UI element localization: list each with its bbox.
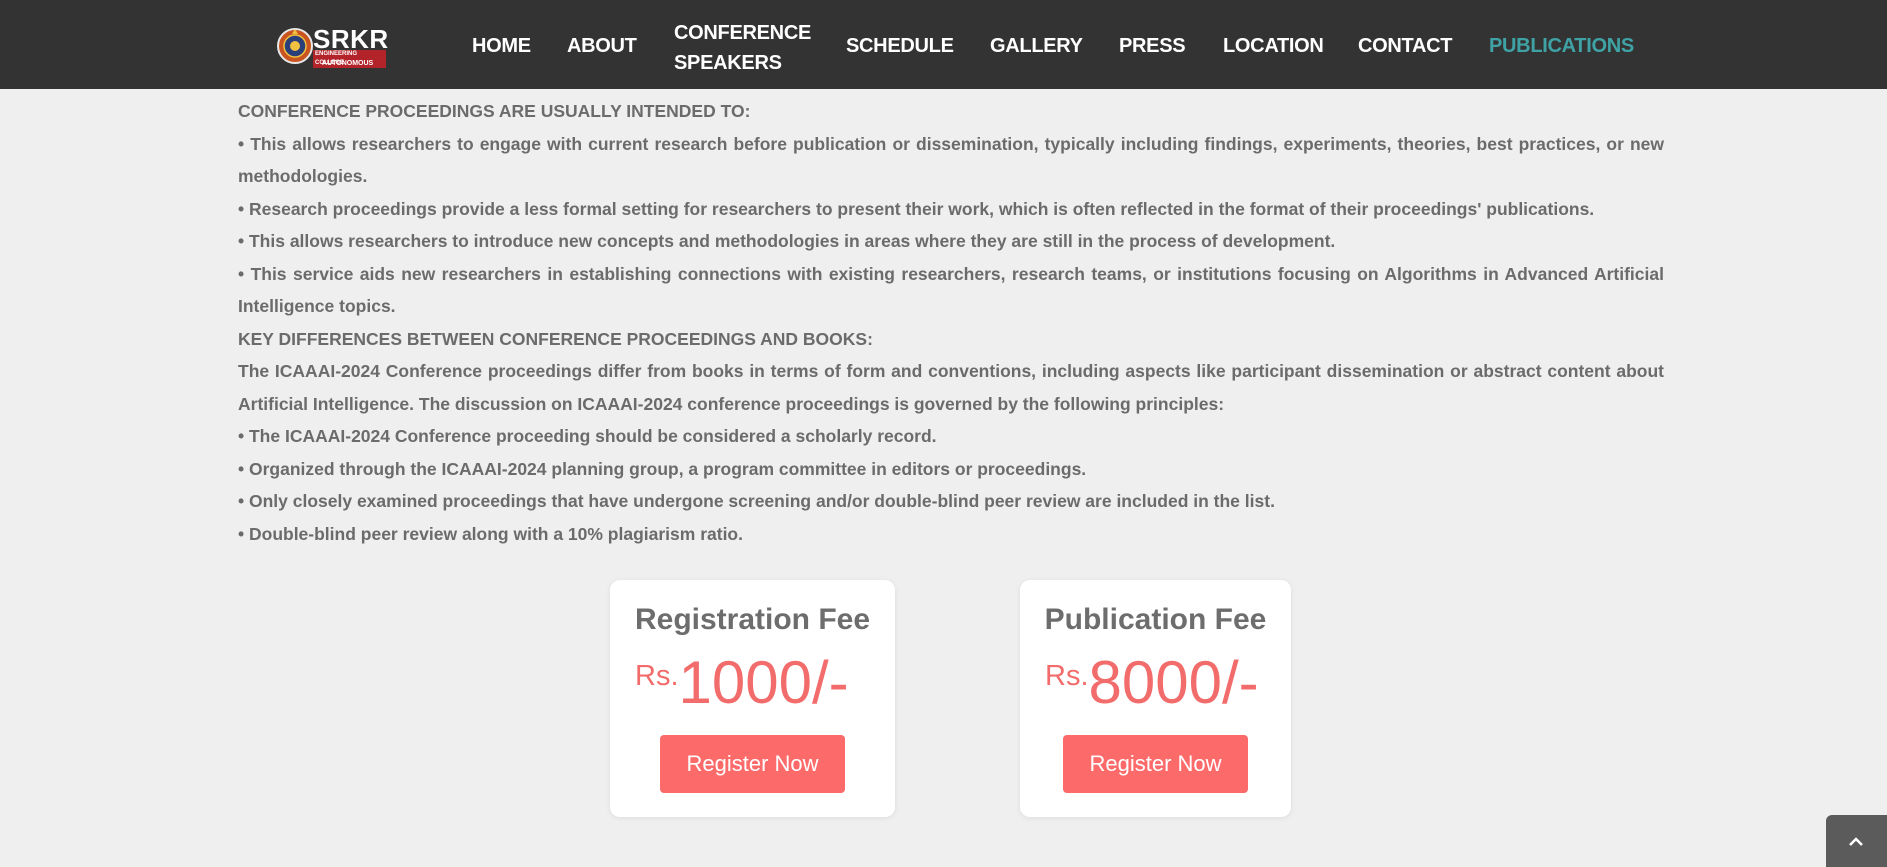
nav-publications[interactable]: PUBLICATIONS (1489, 35, 1634, 58)
differences-paragraph: The ICAAAI-2024 Conference proceedings d… (238, 361, 1664, 414)
principle-item: • Only closely examined proceedings that… (238, 491, 1275, 511)
chevron-up-icon (1849, 837, 1863, 846)
registration-fee-title: Registration Fee (634, 603, 871, 636)
publication-fee-card: Publication Fee Rs.8000/- Register Now (1020, 580, 1291, 817)
intended-item: • This service aids new researchers in e… (238, 263, 1664, 317)
publication-fee-amount: 8000/- (1088, 649, 1259, 716)
intended-item: • Research proceedings provide a less fo… (238, 198, 1595, 219)
scroll-to-top-button[interactable] (1826, 815, 1887, 867)
registration-fee-amount: 1000/- (678, 649, 849, 716)
intended-item: • This allows researchers to introduce n… (238, 231, 1336, 251)
college-emblem-icon (277, 28, 313, 64)
publication-register-button[interactable]: Register Now (1063, 735, 1248, 793)
intended-item: • This allows researchers to engage with… (238, 133, 1664, 187)
nav-conference-speakers[interactable]: CONFERENCE SPEAKERS (674, 18, 811, 78)
nav-conference-speakers-line1: CONFERENCE (674, 22, 812, 44)
principle-item: • Double-blind peer review along with a … (238, 523, 743, 544)
publication-fee-currency: Rs. (1045, 660, 1089, 692)
nav-location[interactable]: LOCATION (1223, 35, 1324, 58)
publications-content: CONFERENCE PROCEEDINGS ARE USUALLY INTEN… (238, 95, 1664, 550)
nav-home[interactable]: HOME (472, 35, 531, 58)
intended-heading: CONFERENCE PROCEEDINGS ARE USUALLY INTEN… (238, 101, 751, 121)
srkr-logo[interactable]: SRKR ENGINEERING COLLEGE AUTONOMOUS (276, 24, 388, 69)
principle-item: • Organized through the ICAAAI-2024 plan… (238, 458, 1087, 479)
nav-gallery[interactable]: GALLERY (990, 35, 1083, 58)
top-navbar: SRKR ENGINEERING COLLEGE AUTONOMOUS HOME… (0, 0, 1887, 89)
registration-fee-card: Registration Fee Rs.1000/- Register Now (610, 580, 895, 817)
registration-fee-currency: Rs. (635, 660, 679, 692)
logo-tagline: AUTONOMOUS (322, 60, 374, 67)
registration-register-button[interactable]: Register Now (660, 735, 845, 793)
publication-fee-price: Rs.8000/- (1045, 648, 1259, 717)
nav-about[interactable]: ABOUT (567, 35, 637, 58)
differences-heading: KEY DIFFERENCES BETWEEN CONFERENCE PROCE… (238, 328, 873, 349)
nav-press[interactable]: PRESS (1119, 35, 1186, 58)
registration-fee-price: Rs.1000/- (635, 648, 849, 717)
publication-fee-title: Publication Fee (1044, 603, 1267, 636)
nav-contact[interactable]: CONTACT (1358, 35, 1452, 58)
nav-conference-speakers-line2: SPEAKERS (674, 52, 782, 74)
nav-schedule[interactable]: SCHEDULE (846, 35, 954, 58)
principle-item: • The ICAAAI-2024 Conference proceeding … (238, 426, 937, 446)
